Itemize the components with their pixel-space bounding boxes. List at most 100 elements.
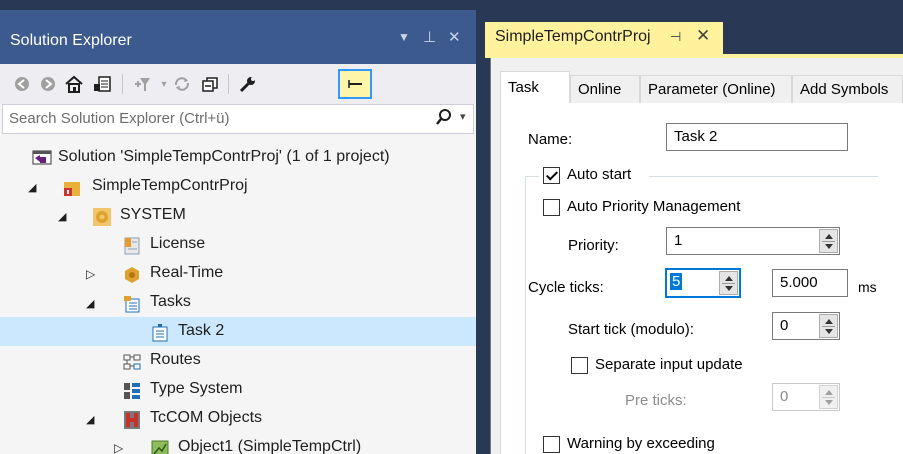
tab-online[interactable]: Online <box>570 75 640 103</box>
tree-item-label: Tasks <box>150 293 191 310</box>
tccom-objects-icon <box>122 410 140 429</box>
pre-ticks-spinbox[interactable]: 0 <box>772 383 840 411</box>
back-icon[interactable] <box>10 72 34 96</box>
tree-item-task-2[interactable]: Task 2 <box>0 317 476 346</box>
search-options-dropdown-icon[interactable]: ▾ <box>460 110 466 123</box>
start-tick-label: Start tick (modulo): <box>568 321 694 338</box>
document-tab-title: SimpleTempContrProj <box>495 28 651 45</box>
system-gear-icon <box>92 207 111 226</box>
name-field[interactable]: Task 2 <box>666 123 848 151</box>
expanded-arrow-icon[interactable]: ◢ <box>86 297 94 310</box>
forward-icon[interactable] <box>36 72 60 96</box>
property-tabs: Task Online Parameter (Online) Add Symbo… <box>500 71 903 104</box>
name-label: Name: <box>528 131 573 148</box>
task-icon <box>150 323 168 342</box>
tree-item-system[interactable]: ◢ SYSTEM <box>0 201 476 230</box>
pre-ticks-stepper[interactable] <box>819 385 838 409</box>
tree-item-label: License <box>150 235 206 252</box>
home-icon[interactable] <box>62 72 86 96</box>
tab-add-symbols[interactable]: Add Symbols <box>792 75 903 103</box>
tree-item-label: Type System <box>150 380 243 397</box>
tab-task[interactable]: Task <box>500 71 570 104</box>
tree-item-label: Object1 (SimpleTempCtrl) <box>178 438 362 454</box>
warning-checkbox[interactable] <box>543 436 560 453</box>
solution-explorer-title-bar: Solution Explorer ▼ ⊥ ✕ <box>0 10 476 64</box>
expanded-arrow-icon[interactable]: ◢ <box>86 413 94 426</box>
pre-ticks-value: 0 <box>780 388 789 405</box>
twincat-project-icon <box>62 178 80 196</box>
cycle-ticks-stepper[interactable] <box>719 271 738 295</box>
collapsed-arrow-icon[interactable]: ▷ <box>86 267 95 281</box>
tree-item-label: Real-Time <box>150 264 224 281</box>
separate-input-checkbox[interactable] <box>571 357 588 374</box>
cycle-unit-label: ms <box>858 279 877 295</box>
auto-start-label: Auto start <box>567 166 632 183</box>
tree-item-tasks[interactable]: ◢ Tasks <box>0 288 476 317</box>
tab-parameter-online[interactable]: Parameter (Online) <box>640 75 792 103</box>
tree-item-label: Routes <box>150 351 201 368</box>
expanded-arrow-icon[interactable]: ◢ <box>28 181 36 194</box>
cycle-ticks-spinbox[interactable]: 5 <box>665 268 741 298</box>
window-position-dropdown-icon[interactable]: ▼ <box>398 30 410 44</box>
spin-down-icon[interactable] <box>825 244 833 249</box>
spin-down-icon[interactable] <box>825 329 833 334</box>
spin-down-icon[interactable] <box>725 286 733 291</box>
switch-views-icon[interactable] <box>90 72 114 96</box>
pending-changes-filter-icon[interactable] <box>130 72 154 96</box>
tree-item-real-time[interactable]: ▷ Real-Time <box>0 259 476 288</box>
spin-up-icon[interactable] <box>825 319 833 324</box>
properties-wrench-icon[interactable] <box>236 72 260 96</box>
collapse-all-icon[interactable] <box>198 72 222 96</box>
auto-hide-pin-icon[interactable]: ⊥ <box>423 28 436 46</box>
tree-item-project[interactable]: ◢ SimpleTempContrProj <box>0 172 476 201</box>
solution-explorer-toolbar: ▾ <box>0 64 476 104</box>
tree-item-label: Solution 'SimpleTempContrProj' (1 of 1 p… <box>58 148 390 165</box>
pin-tab-icon[interactable]: ⊣ <box>670 29 681 45</box>
spin-up-icon[interactable] <box>725 276 733 281</box>
tree-item-type-system[interactable]: Type System <box>0 375 476 404</box>
realtime-icon <box>122 265 140 283</box>
pre-ticks-label: Pre ticks: <box>625 392 687 409</box>
auto-priority-checkbox[interactable] <box>543 199 560 216</box>
tree-item-label: SimpleTempContrProj <box>92 177 248 194</box>
priority-stepper[interactable] <box>819 229 838 253</box>
sync-icon[interactable] <box>170 72 194 96</box>
tree-item-label: SYSTEM <box>120 206 186 223</box>
routes-icon <box>122 352 141 370</box>
top-strip <box>0 0 476 10</box>
preview-selected-toggle[interactable] <box>338 69 372 99</box>
object-icon <box>150 439 169 454</box>
tree-item-routes[interactable]: Routes <box>0 346 476 375</box>
spin-up-icon[interactable] <box>825 234 833 239</box>
auto-start-checkbox[interactable] <box>543 167 560 184</box>
tree-item-license[interactable]: License <box>0 230 476 259</box>
start-tick-stepper[interactable] <box>819 314 838 338</box>
search-input[interactable] <box>9 110 409 127</box>
expanded-arrow-icon[interactable]: ◢ <box>58 210 66 223</box>
solution-icon <box>32 149 52 167</box>
solution-explorer-panel: Solution Explorer ▼ ⊥ ✕ ▾ Search Solutio… <box>0 0 476 454</box>
top-strip <box>485 0 903 10</box>
spin-down-icon[interactable] <box>825 400 833 405</box>
tree-item-label: TcCOM Objects <box>150 409 263 426</box>
warning-label: Warning by exceeding <box>567 435 715 452</box>
document-tab-active[interactable]: SimpleTempContrProj ⊣ ✕ <box>485 22 723 54</box>
close-panel-icon[interactable]: ✕ <box>448 28 461 46</box>
collapsed-arrow-icon[interactable]: ▷ <box>114 441 123 454</box>
cycle-time-field[interactable]: 5.000 <box>772 269 848 297</box>
priority-value: 1 <box>674 232 683 249</box>
tree-item-tccom-objects[interactable]: ◢ TcCOM Objects <box>0 404 476 433</box>
close-tab-icon[interactable]: ✕ <box>696 26 710 46</box>
priority-label: Priority: <box>568 237 619 254</box>
tree-item-object1[interactable]: ▷ Object1 (SimpleTempCtrl) <box>0 433 476 454</box>
tree-item-solution[interactable]: Solution 'SimpleTempContrProj' (1 of 1 p… <box>0 143 476 172</box>
priority-spinbox[interactable]: 1 <box>666 227 840 255</box>
solution-explorer-search[interactable]: ▾ <box>2 104 474 134</box>
separate-input-label: Separate input update <box>595 356 743 373</box>
search-icon[interactable] <box>435 107 453 132</box>
spin-up-icon[interactable] <box>825 390 833 395</box>
start-tick-spinbox[interactable]: 0 <box>772 312 840 340</box>
cycle-ticks-label: Cycle ticks: <box>528 279 604 296</box>
tree-item-label: Task 2 <box>178 322 225 339</box>
task-tab-page: Name: Task 2 Auto start Auto Priority Ma… <box>500 103 903 454</box>
